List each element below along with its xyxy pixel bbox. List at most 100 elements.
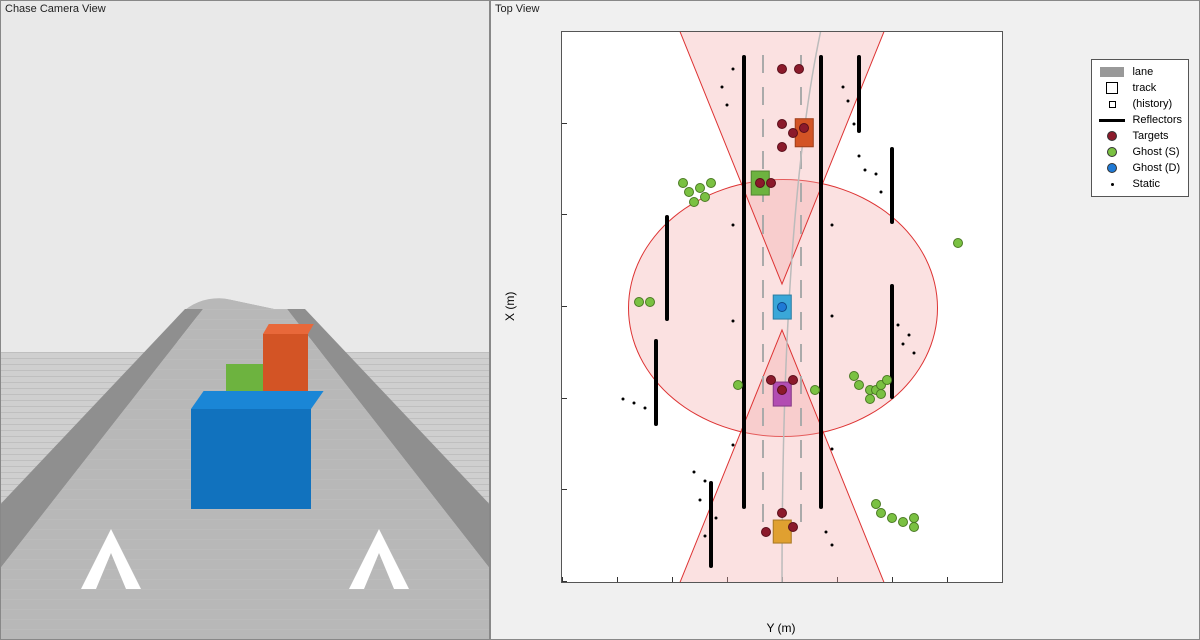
y-axis-label: X (m) [503, 31, 517, 581]
point-tgt [777, 385, 787, 395]
point-tgt [777, 119, 787, 129]
point-sta [896, 324, 899, 327]
point-ghs [909, 522, 919, 532]
point-ghs [645, 297, 655, 307]
legend-item: lane [1098, 64, 1182, 80]
point-sta [858, 154, 861, 157]
point-ghs [854, 380, 864, 390]
point-sta [693, 471, 696, 474]
legend-swatch [1098, 178, 1126, 190]
legend-item: Ghost (S) [1098, 144, 1182, 160]
point-sta [704, 535, 707, 538]
point-ghs [876, 389, 886, 399]
point-sta [731, 223, 734, 226]
point-sta [841, 86, 844, 89]
reflector [665, 215, 669, 320]
point-sta [880, 191, 883, 194]
legend-label: Ghost (S) [1132, 146, 1179, 158]
point-tgt [755, 178, 765, 188]
point-sta [863, 168, 866, 171]
point-tgt [788, 522, 798, 532]
point-sta [698, 498, 701, 501]
point-sta [825, 530, 828, 533]
legend-label: Ghost (D) [1132, 162, 1180, 174]
point-sta [830, 223, 833, 226]
point-sta [913, 351, 916, 354]
legend-item: track [1098, 80, 1182, 96]
legend-item: Ghost (D) [1098, 160, 1182, 176]
point-sta [830, 448, 833, 451]
point-sta [632, 402, 635, 405]
legend-item: (history) [1098, 96, 1182, 112]
plot-area: 403020100-10-20-30-40-60-40-200204060 [561, 31, 1003, 583]
figure-root: Chase Camera View Top View X (m) 4030201… [0, 0, 1200, 640]
point-ghs [700, 192, 710, 202]
point-sta [847, 99, 850, 102]
point-tgt [777, 64, 787, 74]
legend-label: Static [1132, 178, 1160, 190]
reflector [654, 339, 658, 426]
point-tgt [777, 508, 787, 518]
plot-area-wrap: 403020100-10-20-30-40-60-40-200204060 [561, 31, 1001, 581]
point-ghs [898, 517, 908, 527]
chase-scene [1, 1, 489, 639]
legend-swatch [1098, 66, 1126, 78]
reflector [857, 55, 861, 133]
legend-label: (history) [1132, 98, 1172, 110]
point-ghs [733, 380, 743, 390]
sky [1, 1, 489, 352]
point-ghs [810, 385, 820, 395]
point-sta [852, 122, 855, 125]
legend-label: track [1132, 82, 1156, 94]
legend-item: Static [1098, 176, 1182, 192]
legend-item: Reflectors [1098, 112, 1182, 128]
point-ghs [887, 513, 897, 523]
point-tgt [777, 142, 787, 152]
point-tgt [761, 527, 771, 537]
reflector [742, 55, 746, 509]
point-tgt [766, 178, 776, 188]
legend-label: Reflectors [1132, 114, 1182, 126]
point-sta [715, 516, 718, 519]
point-ghs [865, 394, 875, 404]
point-ghd [777, 302, 787, 312]
point-sta [731, 67, 734, 70]
legend-swatch [1098, 162, 1126, 174]
legend-swatch [1098, 98, 1126, 110]
point-tgt [788, 375, 798, 385]
point-sta [654, 388, 657, 391]
point-tgt [766, 375, 776, 385]
point-sta [902, 342, 905, 345]
point-sta [621, 397, 624, 400]
point-sta [874, 173, 877, 176]
point-ghs [876, 508, 886, 518]
point-ghs [706, 178, 716, 188]
vehicle-green-3d [226, 364, 266, 394]
legend-swatch [1098, 114, 1126, 126]
legend-label: lane [1132, 66, 1153, 78]
reflector [709, 481, 713, 568]
x-axis-label: Y (m) [561, 621, 1001, 635]
point-tgt [794, 64, 804, 74]
point-tgt [799, 123, 809, 133]
point-tgt [788, 128, 798, 138]
top-view-panel: Top View X (m) 403020100-10-20-30-40-60-… [490, 0, 1200, 640]
point-sta [720, 86, 723, 89]
reflector [890, 147, 894, 225]
point-sta [830, 544, 833, 547]
legend-label: Targets [1132, 130, 1168, 142]
point-sta [726, 104, 729, 107]
point-ghs [634, 297, 644, 307]
chase-panel-title: Chase Camera View [5, 3, 106, 15]
legend-swatch [1098, 82, 1126, 94]
point-sta [830, 315, 833, 318]
legend: lane track (history) Reflectors Targets … [1091, 59, 1189, 197]
point-ghs [871, 499, 881, 509]
point-sta [704, 480, 707, 483]
point-ghs [689, 197, 699, 207]
point-ghs [882, 375, 892, 385]
vehicle-blue-3d [191, 409, 311, 509]
reflector [819, 55, 823, 509]
point-sta [731, 443, 734, 446]
point-sta [907, 333, 910, 336]
